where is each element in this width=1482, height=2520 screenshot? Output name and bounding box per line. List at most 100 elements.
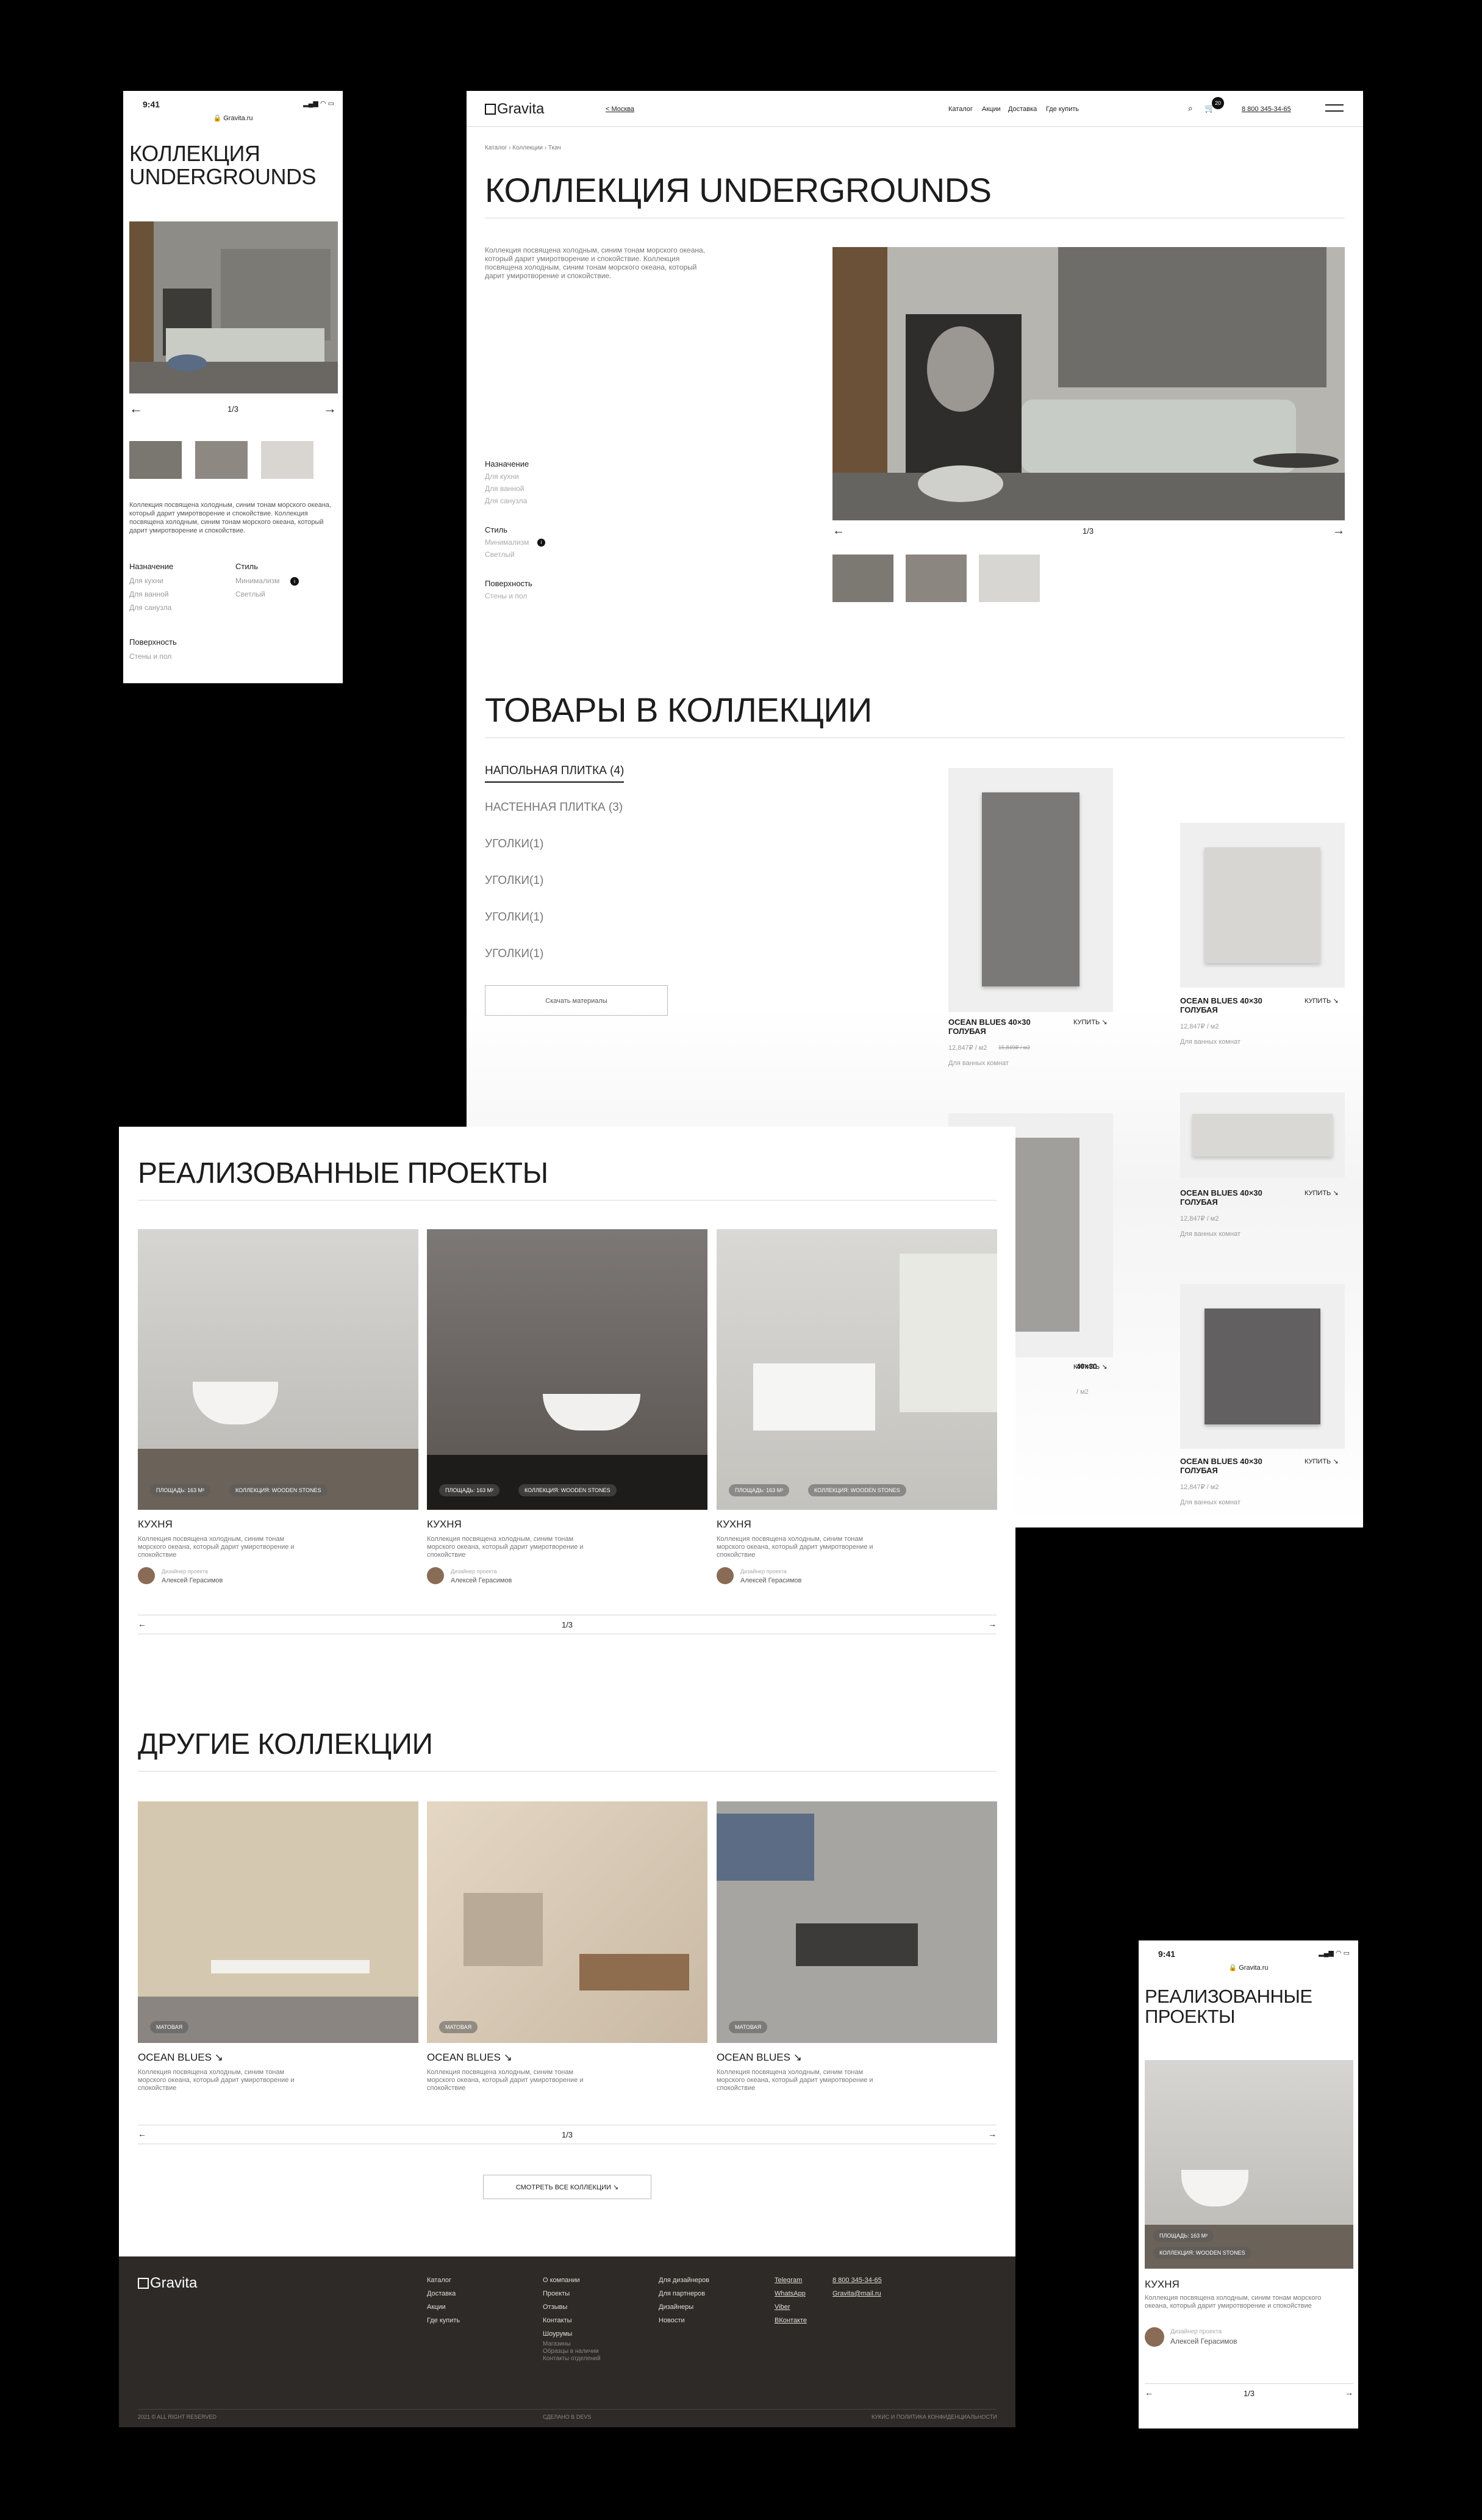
product-name-2[interactable]: OCEAN BLUES 40×30 ГОЛУБАЯ [1180,996,1272,1015]
thumb-1[interactable] [832,555,893,602]
collection-name-3[interactable]: OCEAN BLUES ↘ [717,2052,802,2064]
window-shape [900,1254,997,1412]
footer-link[interactable]: Для партнеров [659,2287,709,2300]
project-photo-1[interactable]: ПЛОЩАДЬ: 163 М² КОЛЛЕКЦИЯ: WOODEN STONES [138,1229,418,1510]
download-button[interactable]: Скачать материалы [485,985,668,1016]
buy-button-2[interactable]: КУПИТЬ ↘ [1305,997,1339,1005]
info-icon[interactable]: i [537,539,545,547]
project-collection-chip[interactable]: КОЛЛЕКЦИЯ: WOODEN STONES [518,1484,617,1496]
footer-link[interactable]: Дизайнеры [659,2300,709,2314]
buy-button-5[interactable]: КУПИТЬ ↘ [1073,1363,1108,1371]
nav-delivery[interactable]: Доставка [1008,106,1037,113]
logo[interactable]: Gravita [485,101,544,118]
designer-name-3[interactable]: Алексей Герасимов [740,1577,801,1584]
footer-link[interactable]: Проекты [543,2287,601,2300]
project-photo[interactable]: ПЛОЩАДЬ: 163 М² КОЛЛЕКЦИЯ: WOODEN STONES [1145,2060,1353,2269]
product-card-image-3[interactable] [1180,1093,1345,1178]
product-card-image-4[interactable] [1180,1284,1345,1449]
search-icon[interactable]: ⌕ [1188,103,1193,113]
category-corners-3[interactable]: УГОЛКИ(1) [485,911,543,924]
project-name-3[interactable]: КУХНЯ [717,1518,751,1531]
footer-email[interactable]: Gravita@mail.ru [832,2287,882,2300]
breadcrumb-current: Ткач [548,145,561,151]
footer-link[interactable]: Доставка [427,2287,460,2300]
footer-sublink[interactable]: Контакты отделений [543,2355,601,2363]
prev-arrow[interactable]: ← [832,524,845,538]
footer-link[interactable]: Где купить [427,2314,460,2327]
breadcrumb-catalog[interactable]: Каталог [485,145,507,151]
nav-catalog[interactable]: Каталог [948,106,973,113]
city-select[interactable]: < Москва [606,106,634,113]
header-phone[interactable]: 8 800 345-34-65 [1242,106,1291,113]
nav-where-to-buy[interactable]: Где купить [1046,106,1079,113]
designer-name[interactable]: Алексей Герасимов [1170,2337,1237,2346]
category-floor-tile[interactable]: НАПОЛЬНАЯ ПЛИТКА (4) [485,764,625,783]
url-bar[interactable]: 🔒 Gravita.ru [1139,1964,1358,1972]
footer-social-link[interactable]: ВКонтакте [775,2314,807,2327]
footer-link[interactable]: Акции [427,2300,460,2314]
footer-social-link[interactable]: Telegram [775,2274,807,2287]
thumb-1[interactable] [129,441,182,479]
prev-arrow[interactable]: ← [138,1619,146,1629]
next-arrow[interactable]: → [988,1619,997,1629]
project-collection-chip[interactable]: КОЛЛЕКЦИЯ: WOODEN STONES [808,1484,906,1496]
prev-arrow[interactable]: ← [138,2129,146,2139]
footer-link[interactable]: Шоурумы [543,2327,601,2341]
thumb-2[interactable] [906,555,967,602]
buy-button-3[interactable]: КУПИТЬ ↘ [1305,1189,1339,1197]
footer-link[interactable]: Отзывы [543,2300,601,2314]
nav-sales[interactable]: Акции [982,106,1001,113]
footer-link[interactable]: О компании [543,2274,601,2287]
collection-photo-2[interactable]: МАТОВАЯ [427,1801,707,2043]
footer-logo[interactable]: Gravita [138,2275,197,2292]
buy-button-4[interactable]: КУПИТЬ ↘ [1305,1457,1339,1465]
collection-name-2[interactable]: OCEAN BLUES ↘ [427,2052,512,2064]
footer-link[interactable]: Новости [659,2314,709,2327]
next-arrow[interactable]: → [1345,2388,1353,2397]
designer-name-1[interactable]: Алексей Герасимов [162,1577,223,1584]
thumb-3[interactable] [261,441,313,479]
next-arrow[interactable]: → [1333,524,1345,538]
product-name-3[interactable]: OCEAN BLUES 40×30 ГОЛУБАЯ [1180,1188,1272,1207]
project-photo-2[interactable]: ПЛОЩАДЬ: 163 М² КОЛЛЕКЦИЯ: WOODEN STONES [427,1229,707,1510]
designer-name-2[interactable]: Алексей Герасимов [451,1577,512,1584]
footer-link[interactable]: Каталог [427,2274,460,2287]
project-photo-3[interactable]: ПЛОЩАДЬ: 163 М² КОЛЛЕКЦИЯ: WOODEN STONES [717,1229,997,1510]
footer-social-link[interactable]: WhatsApp [775,2287,807,2300]
made-by[interactable]: СДЕЛАНО В DEVS [543,2414,591,2420]
footer-phone[interactable]: 8 800 345-34-65 [832,2274,882,2287]
next-arrow[interactable]: → [988,2129,997,2139]
buy-button-1[interactable]: КУПИТЬ ↘ [1073,1018,1108,1026]
product-name-1[interactable]: OCEAN BLUES 40×30 ГОЛУБАЯ [948,1018,1040,1036]
privacy-policy-link[interactable]: КУКИС И ПОЛИТИКА КОНФИДЕНЦИАЛЬНОСТИ [872,2414,997,2420]
project-collection-chip[interactable]: КОЛЛЕКЦИЯ: WOODEN STONES [229,1484,328,1496]
footer-sublink[interactable]: Образцы в наличии [543,2348,601,2355]
product-card-image-2[interactable] [1180,823,1345,988]
footer-sublink[interactable]: Магазины [543,2341,601,2348]
product-name-4[interactable]: OCEAN BLUES 40×30 ГОЛУБАЯ [1180,1457,1272,1476]
project-name-1[interactable]: КУХНЯ [138,1518,173,1531]
collection-photo-1[interactable]: МАТОВАЯ [138,1801,418,2043]
menu-icon[interactable] [1325,104,1344,112]
footer-link[interactable]: Для дизайнеров [659,2274,709,2287]
category-corners-1[interactable]: УГОЛКИ(1) [485,838,543,851]
footer-link[interactable]: Контакты [543,2314,601,2327]
category-corners-4[interactable]: УГОЛКИ(1) [485,947,543,961]
category-corners-2[interactable]: УГОЛКИ(1) [485,874,543,888]
category-wall-tile[interactable]: НАСТЕННАЯ ПЛИТКА (3) [485,801,623,814]
footer-social-link[interactable]: Viber [775,2300,807,2314]
url-bar[interactable]: 🔒 Gravita.ru [123,114,343,122]
prev-arrow[interactable]: ← [1145,2388,1153,2397]
thumb-3[interactable] [979,555,1040,602]
product-card-image-1[interactable] [948,768,1113,1012]
thumb-2[interactable] [195,441,248,479]
see-all-collections-button[interactable]: СМОТРЕТЬ ВСЕ КОЛЛЕКЦИИ ↘ [483,2175,651,2199]
project-name[interactable]: КУХНЯ [1145,2278,1180,2291]
next-arrow[interactable]: → [323,401,337,417]
collection-photo-3[interactable]: МАТОВАЯ [717,1801,997,2043]
info-icon[interactable]: i [290,577,299,586]
breadcrumb-collections[interactable]: Коллекции [512,145,543,151]
collection-name-1[interactable]: OCEAN BLUES ↘ [138,2052,223,2064]
project-name-2[interactable]: КУХНЯ [427,1518,462,1531]
project-collection-chip[interactable]: КОЛЛЕКЦИЯ: WOODEN STONES [1153,2247,1251,2259]
